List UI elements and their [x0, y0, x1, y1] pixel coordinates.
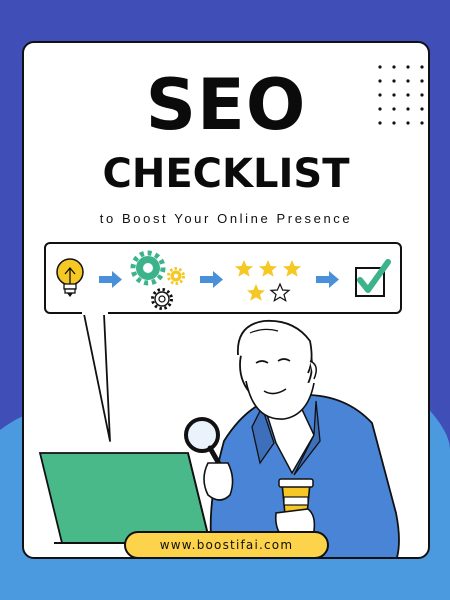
- man-with-magnifier-illustration: [38, 311, 400, 557]
- magnifier-icon: [184, 417, 225, 472]
- poster-card: SEO CHECKLIST to Boost Your Online Prese…: [22, 41, 430, 559]
- website-url-badge: www.boostifai.com: [124, 531, 329, 557]
- laptop-icon: [38, 452, 234, 544]
